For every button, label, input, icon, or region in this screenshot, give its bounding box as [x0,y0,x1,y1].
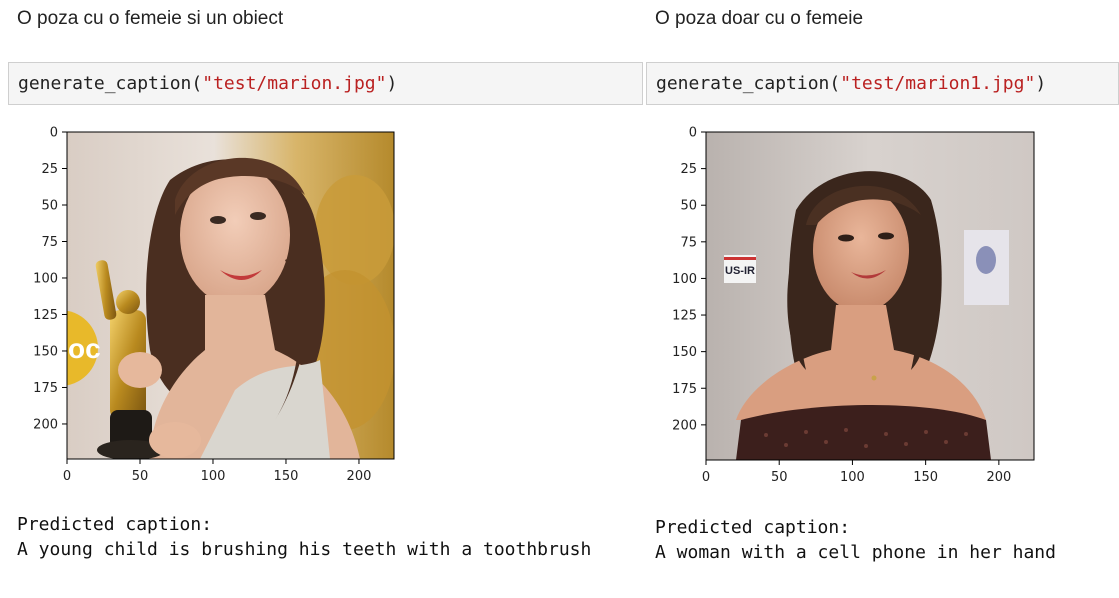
left-output: Predicted caption: A young child is brush… [17,512,591,562]
right-code-cell[interactable]: generate_caption("test/marion1.jpg") [646,62,1119,105]
right-panel: O poza doar cu o femeie generate_caption… [646,0,1119,598]
y-tick-label: 50 [680,199,697,214]
code-paren-close: ) [1035,73,1047,94]
left-x-axis: 0 50 100 150 200 [63,459,372,484]
right-output-caption: A woman with a cell phone in her hand [655,542,1056,563]
right-plot-svg: US-IR 0255075100125150175200 0 50 100 15… [672,126,1035,485]
left-plot-svg: oc 0255075100125150175200 0 50 100 150 2… [33,126,395,484]
x-tick-label: 150 [274,469,299,484]
left-photo: oc [67,132,394,459]
right-y-axis: 0 25 50 75 100 125 150 175 200 [672,126,706,433]
left-code-cell[interactable]: generate_caption("test/marion.jpg") [8,62,643,105]
y-tick-label: 175 [33,381,58,396]
right-heading: O poza doar cu o femeie [655,8,864,29]
left-output-caption: A young child is brushing his teeth with… [17,539,592,560]
x-tick-label: 100 [840,470,865,485]
left-image-plot: oc 0 25 50 75 100 125 150 175 200 0 50 1… [0,120,400,490]
y-tick-label: 100 [672,272,697,287]
y-tick-label: 0 [689,126,697,141]
left-heading: O poza cu o femeie si un obiect [17,8,284,29]
code-function: generate_caption( [656,73,841,94]
y-tick-label: 125 [672,309,697,324]
y-tick-label: 175 [672,382,697,397]
y-tick-label: 75 [41,235,58,250]
y-tick-label: 200 [33,417,58,432]
y-tick-label: 50 [41,198,58,213]
left-panel: O poza cu o femeie si un obiect generate… [0,0,643,598]
x-tick-label: 200 [347,469,372,484]
right-output: Predicted caption: A woman with a cell ph… [655,515,1056,565]
code-string-argument: "test/marion.jpg" [202,73,387,94]
y-tick-label: 150 [33,344,58,359]
code-string-argument: "test/marion1.jpg" [840,73,1036,94]
code-function: generate_caption( [18,73,203,94]
left-y-axis: 0 25 50 75 100 125 150 175 200 [33,126,67,432]
right-image-plot: US-IR 0 25 50 75 100 125 150 175 200 0 5… [646,120,1046,490]
x-tick-label: 50 [132,469,149,484]
y-tick-label: 25 [41,162,58,177]
svg-text:US-IR: US-IR [725,265,755,277]
y-tick-label: 0 [50,126,58,141]
right-output-header: Predicted caption: [655,517,851,538]
x-tick-label: 200 [986,470,1011,485]
left-output-header: Predicted caption: [17,514,213,535]
y-tick-label: 200 [672,418,697,433]
x-tick-label: 0 [63,469,71,484]
x-tick-label: 0 [702,470,710,485]
x-tick-label: 50 [771,470,788,485]
x-tick-label: 100 [201,469,226,484]
y-tick-label: 75 [680,235,697,250]
y-tick-label: 125 [33,308,58,323]
code-paren-close: ) [386,73,398,94]
right-x-axis: 0 50 100 150 200 [702,460,1011,485]
y-tick-label: 100 [33,271,58,286]
x-tick-label: 150 [913,470,938,485]
svg-text:oc: oc [68,333,101,364]
y-tick-label: 150 [672,345,697,360]
right-photo: US-IR [706,132,1034,460]
y-tick-label: 25 [680,162,697,177]
